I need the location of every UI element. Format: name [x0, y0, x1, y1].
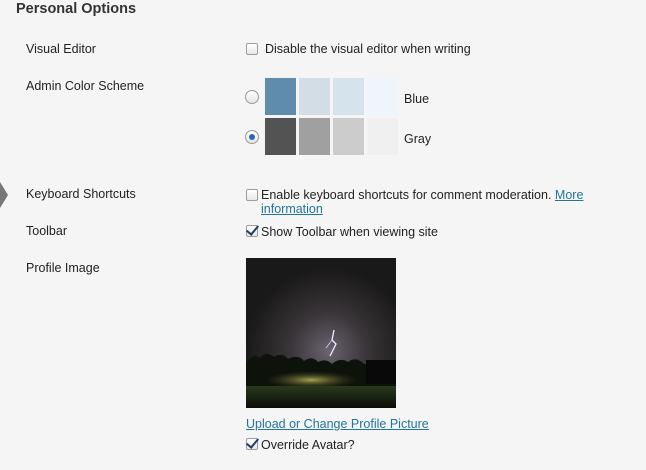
- blue-swatch-2[interactable]: [299, 78, 330, 115]
- color-scheme-gray-label[interactable]: Gray: [404, 132, 431, 146]
- toolbar-checkbox[interactable]: [246, 225, 258, 237]
- gray-swatch-1[interactable]: [265, 118, 296, 155]
- blue-swatch-4[interactable]: [367, 78, 398, 115]
- keyboard-shortcuts-text[interactable]: Enable keyboard shortcuts for comment mo…: [261, 188, 551, 202]
- visual-editor-checkbox[interactable]: [246, 43, 258, 55]
- override-avatar-label[interactable]: Override Avatar?: [261, 438, 355, 452]
- color-scheme-blue-radio[interactable]: [245, 90, 259, 104]
- collapse-arrow-icon[interactable]: [0, 182, 8, 208]
- visual-editor-label: Visual Editor: [26, 42, 96, 56]
- toolbar-label: Toolbar: [26, 224, 67, 238]
- color-scheme-label: Admin Color Scheme: [26, 79, 145, 93]
- gray-swatch-4[interactable]: [367, 118, 398, 155]
- gray-swatch-2[interactable]: [299, 118, 330, 155]
- profile-photo-image: [246, 258, 396, 408]
- gray-swatch-3[interactable]: [333, 118, 364, 155]
- keyboard-shortcuts-checkbox[interactable]: [246, 189, 258, 201]
- toolbar-checkbox-label[interactable]: Show Toolbar when viewing site: [261, 225, 438, 239]
- section-title: Personal Options: [16, 1, 137, 17]
- override-avatar-checkbox[interactable]: [246, 438, 258, 450]
- color-scheme-gray-radio[interactable]: [245, 130, 259, 144]
- profile-photo: [246, 258, 396, 408]
- profile-image-label: Profile Image: [26, 261, 100, 275]
- blue-swatch-3[interactable]: [333, 78, 364, 115]
- keyboard-shortcuts-label: Keyboard Shortcuts: [26, 187, 136, 201]
- upload-profile-picture-link[interactable]: Upload or Change Profile Picture: [246, 417, 429, 431]
- color-scheme-blue-label[interactable]: Blue: [404, 92, 429, 106]
- blue-swatch-1[interactable]: [265, 78, 296, 115]
- keyboard-shortcuts-checkbox-label: Enable keyboard shortcuts for comment mo…: [261, 188, 646, 216]
- visual-editor-checkbox-label[interactable]: Disable the visual editor when writing: [265, 42, 471, 56]
